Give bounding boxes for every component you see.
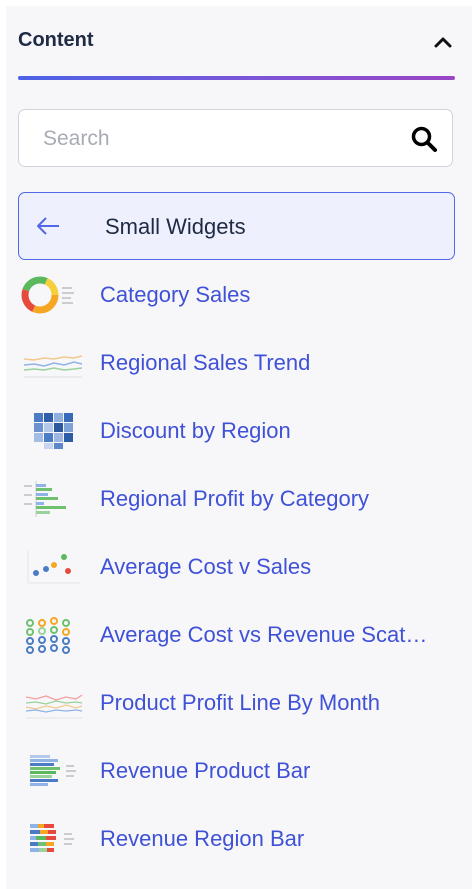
- search-icon[interactable]: [410, 125, 438, 153]
- item-label: Average Cost v Sales: [100, 554, 312, 579]
- current-folder-label: Small Widgets: [105, 214, 246, 239]
- search-box[interactable]: [18, 109, 453, 167]
- list-item[interactable]: Average Cost v Sales: [18, 532, 458, 600]
- list-item[interactable]: Revenue Region Bar: [18, 804, 458, 872]
- item-label: Revenue Product Bar: [100, 758, 311, 783]
- search-input[interactable]: [41, 118, 395, 160]
- stacked-bar-colored-thumbnail: [20, 819, 84, 859]
- scatter-thumbnail: [20, 547, 84, 587]
- item-label: Regional Sales Trend: [100, 350, 311, 375]
- horizontal-bar-thumbnail: [20, 479, 84, 519]
- list-item[interactable]: Category Sales: [18, 260, 458, 328]
- item-label: Discount by Region: [100, 418, 291, 443]
- panel-title: Content: [18, 29, 94, 51]
- header-underline: [18, 76, 455, 80]
- item-label: Category Sales: [100, 282, 251, 307]
- stacked-bar-thumbnail: [20, 751, 84, 791]
- back-to-small-widgets-button[interactable]: Small Widgets: [18, 192, 455, 260]
- list-item[interactable]: Regional Profit by Category: [18, 464, 458, 532]
- item-label: Average Cost vs Revenue Scat…: [100, 622, 428, 647]
- donut-chart-thumbnail: [20, 275, 84, 315]
- widget-list: Category Sales Regional Sales Trend Disc…: [18, 260, 458, 872]
- list-item[interactable]: Revenue Product Bar: [18, 736, 458, 804]
- item-label: Regional Profit by Category: [100, 486, 370, 511]
- heatmap-thumbnail: [20, 411, 84, 451]
- content-header[interactable]: Content: [18, 24, 455, 76]
- chevron-up-icon[interactable]: [431, 30, 455, 54]
- multi-line-thumbnail: [20, 683, 84, 723]
- arrow-left-icon[interactable]: [35, 214, 61, 238]
- bubble-grid-thumbnail: [20, 615, 84, 655]
- list-item[interactable]: Product Profit Line By Month: [18, 668, 458, 736]
- list-item[interactable]: Discount by Region: [18, 396, 458, 464]
- list-item[interactable]: Regional Sales Trend: [18, 328, 458, 396]
- item-label: Product Profit Line By Month: [100, 690, 381, 715]
- line-chart-thumbnail: [20, 343, 84, 383]
- list-item[interactable]: Average Cost vs Revenue Scat…: [18, 600, 458, 668]
- item-label: Revenue Region Bar: [100, 826, 305, 851]
